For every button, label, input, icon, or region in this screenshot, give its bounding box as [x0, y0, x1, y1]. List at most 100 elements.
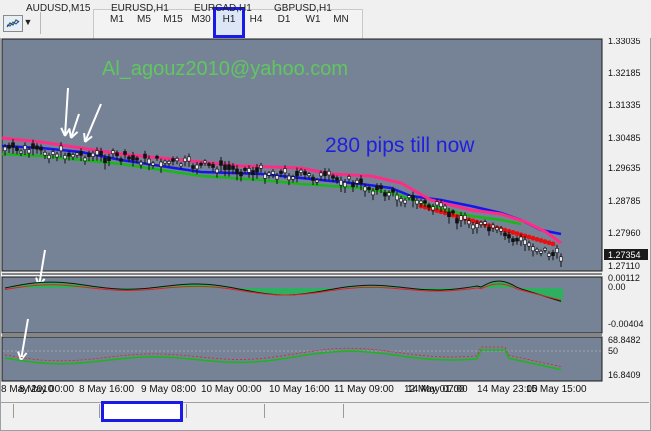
candle-body [291, 176, 295, 180]
tab-gbpusd[interactable]: GBPUSD,H1 [270, 2, 336, 16]
price-chart[interactable]: 1.33035 1.32185 1.31335 1.30485 1.29635 1.287… [1, 36, 649, 402]
price-label: 1.27354 [608, 250, 641, 260]
macd-bar [497, 281, 499, 288]
candle-body [399, 198, 403, 203]
candle-body [151, 162, 155, 166]
macd-bar [265, 288, 267, 294]
candle-body [287, 175, 291, 181]
candle-body [143, 153, 147, 159]
candle-body [75, 152, 79, 156]
candle-body [87, 153, 91, 157]
price-label: 1.31335 [608, 100, 641, 110]
macd-bar [267, 288, 269, 294]
price-label: 1.27110 [608, 261, 640, 271]
date-label: 14 May 07:00 [407, 384, 468, 395]
candle-body [527, 242, 531, 247]
candle-body [495, 227, 499, 231]
candle-body [435, 201, 439, 206]
watermark-email: Al_agouz2010@yahoo.com [102, 58, 348, 80]
candle-body [299, 169, 303, 173]
candle-body [235, 168, 239, 174]
candle-body [475, 223, 479, 229]
candle-body [43, 152, 47, 156]
candle-body [403, 199, 407, 204]
candle-body [227, 164, 231, 170]
date-label: 10 May 00:00 [201, 384, 262, 395]
candle-body [363, 186, 367, 192]
candle-body [15, 147, 19, 151]
chart-type-button[interactable] [3, 15, 23, 32]
candle-body [231, 165, 235, 170]
chevron-down-icon[interactable]: ▼ [22, 15, 34, 30]
candle-body [55, 153, 59, 158]
candle-body [479, 222, 483, 225]
candle-body [463, 215, 467, 220]
arrow-icon [83, 132, 86, 143]
candle-body [391, 188, 395, 193]
candle-body [307, 173, 311, 177]
candle-body [543, 247, 547, 251]
macd-bar [543, 288, 545, 296]
date-label: 10 May 16:00 [269, 384, 330, 395]
candle-body [23, 145, 27, 150]
macd-bar [295, 288, 297, 295]
candle-body [491, 224, 495, 229]
macd-bar [535, 288, 537, 294]
tab-eurusd[interactable]: EURUSD,H1 [107, 2, 173, 16]
candle-body [167, 161, 171, 164]
candle-body [123, 151, 127, 155]
date-axis: 8 May 2010 8 May 00:00 8 May 16:00 9 May… [1, 384, 601, 398]
candle-body [459, 215, 463, 221]
macd-bar [281, 288, 283, 295]
candle-body [215, 168, 219, 173]
candle-body [203, 160, 207, 164]
candle-body [311, 176, 315, 181]
candle-body [447, 211, 451, 218]
candle-body [327, 171, 331, 176]
candle-body [99, 150, 103, 156]
candle-body [63, 155, 67, 160]
candle-body [419, 200, 423, 204]
candle-body [115, 152, 119, 157]
candle-body [535, 248, 539, 252]
tab-separator [264, 404, 265, 418]
macd-bar [283, 288, 285, 295]
candle-body [79, 151, 83, 156]
tab-audusd[interactable]: AUDUSD,M15 [22, 2, 94, 16]
macd-bar [549, 288, 551, 298]
candle-body [411, 195, 415, 201]
date-label: 9 May 08:00 [141, 384, 197, 395]
candle-body [367, 187, 371, 190]
candle-body [171, 158, 175, 162]
candle-body [303, 171, 307, 176]
candle-body [515, 238, 519, 242]
candle-body [39, 146, 43, 151]
date-label: 8 May 16:00 [79, 384, 135, 395]
price-label: 1.28785 [608, 196, 641, 206]
candle-body [259, 165, 263, 169]
macd-bar [273, 288, 275, 295]
candle-body [7, 144, 11, 149]
candle-body [407, 195, 411, 198]
candle-body [339, 180, 343, 186]
candle-body [191, 165, 195, 169]
candle-body [179, 163, 183, 167]
macd-bar [271, 288, 273, 295]
candle-body [187, 156, 191, 162]
chart-area[interactable]: 1.33035 1.32185 1.31335 1.30485 1.29635 1.287… [1, 36, 649, 402]
price-label: 1.33035 [608, 38, 641, 46]
candle-body [207, 163, 211, 166]
candle-body [223, 164, 227, 170]
macd-bar [297, 288, 299, 295]
macd-bar [309, 288, 311, 294]
candle-body [415, 200, 419, 205]
candle-body [267, 172, 271, 176]
macd-bar [305, 288, 307, 294]
price-label: 1.29635 [608, 163, 641, 173]
tab-eurcad[interactable]: EURCAD,H1 [190, 2, 256, 16]
tab-separator [343, 404, 344, 418]
candle-body [431, 206, 435, 211]
candle-body [95, 150, 99, 156]
macd-label: -0.00404 [608, 319, 644, 329]
candle-body [251, 170, 255, 176]
